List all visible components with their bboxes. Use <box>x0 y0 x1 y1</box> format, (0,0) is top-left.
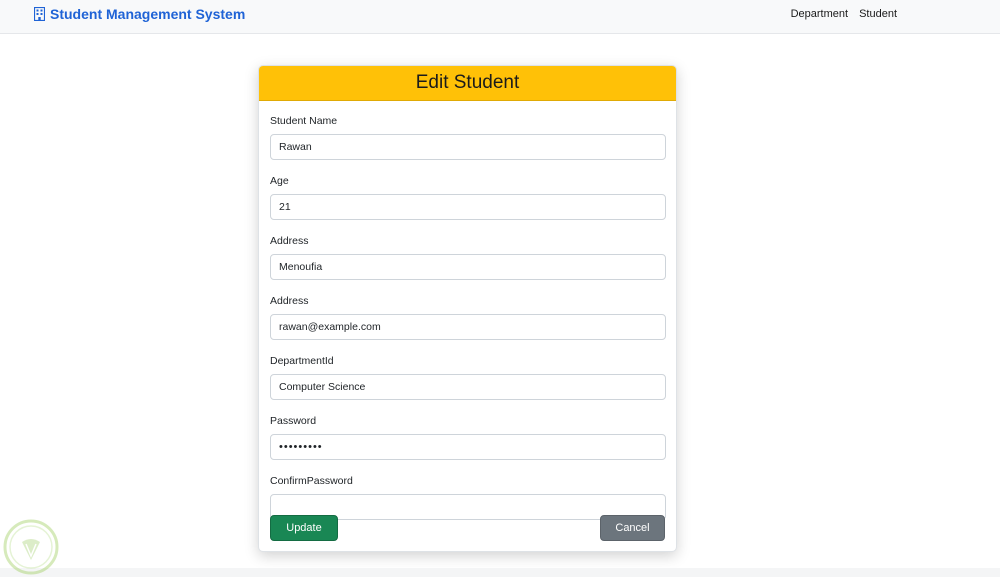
email-field: Address <box>270 293 666 351</box>
address-label: Address <box>270 235 309 247</box>
email-input[interactable] <box>270 314 666 340</box>
leaf-logo-icon <box>3 519 59 575</box>
card-title: Edit Student <box>259 66 676 101</box>
student-name-input[interactable] <box>270 134 666 160</box>
navbar: Student Management System Department Stu… <box>0 0 1000 34</box>
age-input[interactable] <box>270 194 666 220</box>
confirm-password-label: ConfirmPassword <box>270 475 353 487</box>
address-input[interactable] <box>270 254 666 280</box>
cancel-button[interactable]: Cancel <box>600 515 665 541</box>
update-button[interactable]: Update <box>270 515 338 541</box>
nav-link-student[interactable]: Student <box>859 8 897 20</box>
department-field: DepartmentId <box>270 353 666 411</box>
age-field: Age <box>270 173 666 231</box>
age-label: Age <box>270 175 289 187</box>
email-label: Address <box>270 295 309 307</box>
form-actions: Update Cancel <box>270 515 665 541</box>
student-name-label: Student Name <box>270 115 338 127</box>
password-field: Password <box>270 413 666 471</box>
footer-strip <box>0 568 1000 577</box>
department-label: DepartmentId <box>270 355 334 367</box>
department-input[interactable] <box>270 374 666 400</box>
nav-links: Department Student <box>791 8 897 20</box>
brand-link[interactable]: Student Management System <box>34 6 245 22</box>
nav-link-department[interactable]: Department <box>791 8 848 20</box>
address-field: Address <box>270 233 666 291</box>
brand-title: Student Management System <box>50 6 246 22</box>
edit-student-card: Edit Student Student Name Age Address Ad… <box>258 65 677 552</box>
password-label: Password <box>270 415 317 427</box>
password-input[interactable] <box>270 434 666 460</box>
edit-student-form: Student Name Age Address Address Departm… <box>259 101 676 531</box>
building-icon <box>34 7 45 21</box>
student-name-field: Student Name <box>270 113 666 171</box>
